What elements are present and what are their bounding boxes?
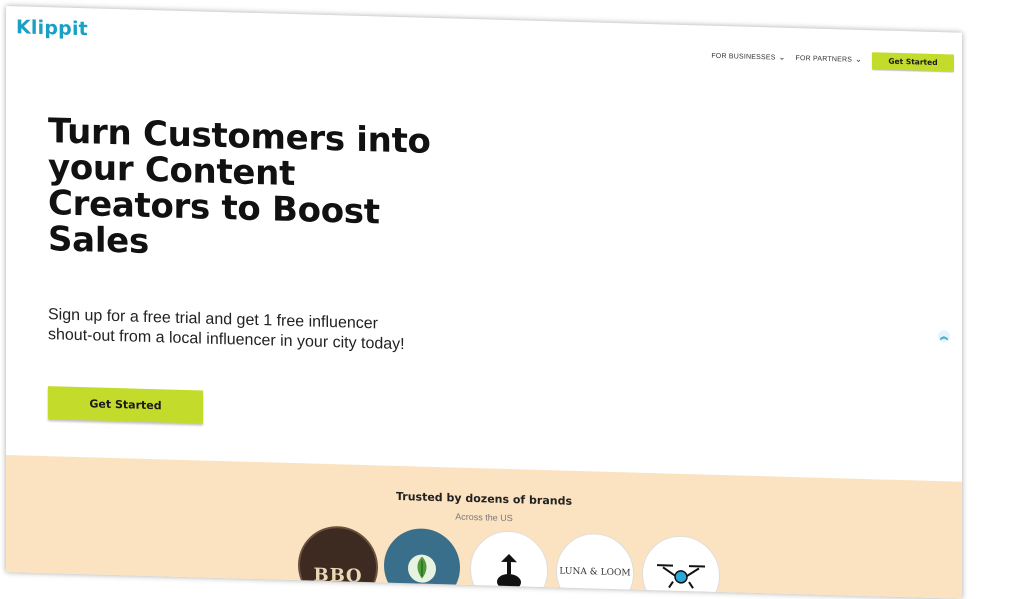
top-nav: FOR BUSINESSES ⌄ FOR PARTNERS ⌄ Get Star… [711, 48, 954, 72]
drone-icon [653, 559, 709, 591]
brand-logo-hookah [470, 530, 548, 599]
hero-get-started-button[interactable]: Get Started [48, 386, 203, 423]
trusted-brands-section: Trusted by dozens of brands Across the U… [6, 455, 962, 599]
screenshot-stage: Klippit FOR BUSINESSES ⌄ FOR PARTNERS ⌄ … [0, 0, 1024, 583]
brand-logo-drone [642, 535, 720, 599]
chevron-down-icon: ⌄ [779, 53, 786, 61]
hookah-icon [489, 547, 529, 592]
nav-for-businesses[interactable]: FOR BUSINESSES ⌄ [711, 52, 785, 62]
brand-logo-text: BBQ [313, 564, 362, 586]
brand-logo-bbq: BBQ [298, 525, 378, 599]
chevron-down-icon: ⌄ [855, 55, 862, 63]
hero-title: Turn Customers into your Content Creator… [48, 113, 468, 269]
landing-page: Klippit FOR BUSINESSES ⌄ FOR PARTNERS ⌄ … [6, 6, 962, 599]
nav-for-partners[interactable]: FOR PARTNERS ⌄ [796, 55, 863, 65]
nav-label: FOR PARTNERS [796, 55, 853, 64]
klippit-logo[interactable]: Klippit [16, 16, 88, 40]
hero-subtitle: Sign up for a free trial and get 1 free … [48, 305, 408, 355]
brand-logo-luna-loom: LUNA & LOOM [556, 532, 634, 598]
brand-logo-leaf [384, 528, 460, 599]
nav-label: FOR BUSINESSES [711, 53, 775, 62]
nav-get-started-button[interactable]: Get Started [872, 52, 954, 71]
double-chevron-up-icon[interactable]: ︽ [938, 330, 950, 342]
brand-logo-text: LUNA & LOOM [559, 566, 630, 578]
leaf-icon [402, 546, 442, 587]
